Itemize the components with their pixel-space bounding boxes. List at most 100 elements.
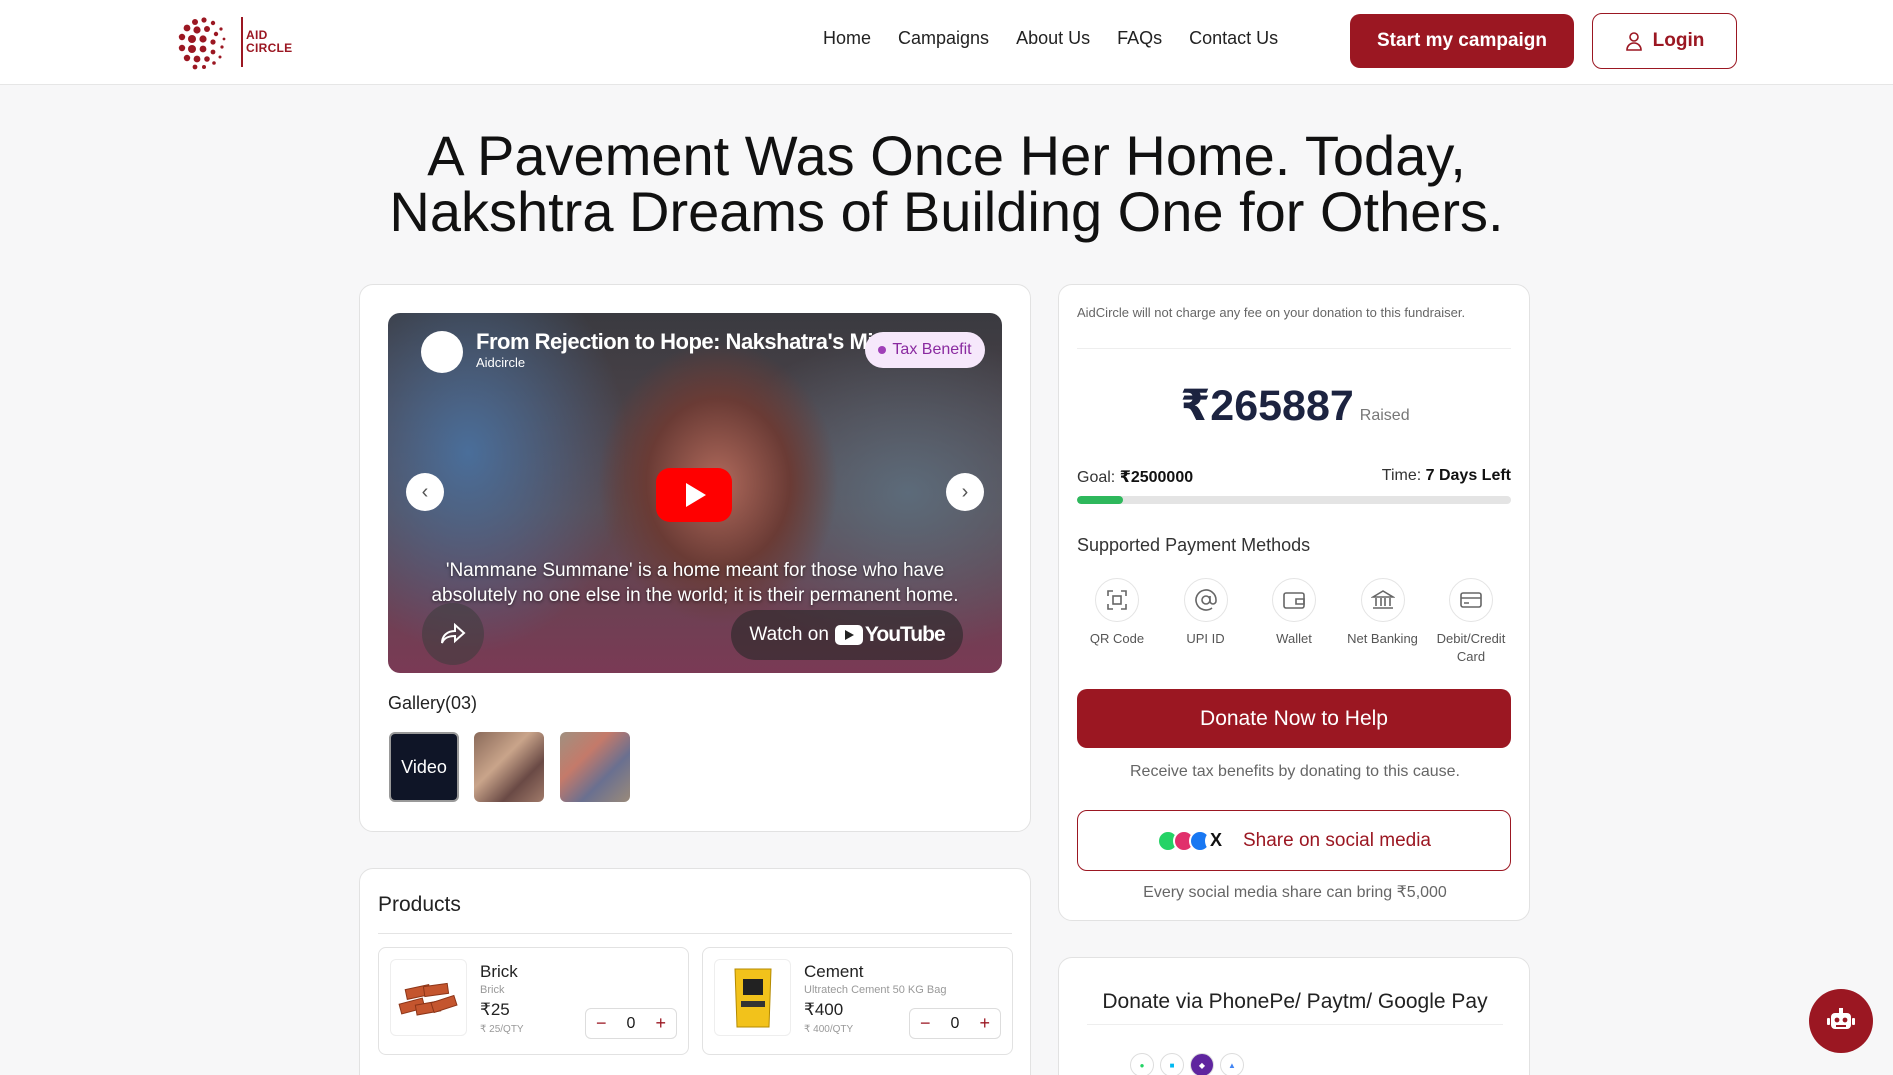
whatsapp-pay-icon: ● xyxy=(1130,1053,1154,1075)
logo-line1: AID xyxy=(246,27,268,42)
product-unit-price: ₹ 400/QTY xyxy=(804,1024,854,1035)
payment-method-qr[interactable]: QR Code xyxy=(1077,578,1157,666)
chatbot-button[interactable] xyxy=(1809,989,1873,1053)
decrement-button[interactable]: − xyxy=(920,1013,931,1034)
media-card: From Rejection to Hope: Nakshatra's Mi A… xyxy=(359,284,1031,832)
product-description: Ultratech Cement 50 KG Bag xyxy=(804,984,947,996)
raised-summary: ₹265887 Raised xyxy=(1059,381,1531,431)
nav-campaigns[interactable]: Campaigns xyxy=(898,28,989,49)
donation-divider xyxy=(1077,348,1511,349)
video-caption: 'Nammane Summane' is a home meant for th… xyxy=(431,560,959,606)
badge-dot-icon xyxy=(878,346,887,354)
quantity-stepper: − 0 + xyxy=(909,1008,1001,1039)
aidcircle-logo[interactable]: AID CIRCLE xyxy=(173,11,292,72)
payment-methods-title: Supported Payment Methods xyxy=(1077,535,1311,555)
thumb-video-label: Video xyxy=(401,756,447,777)
donate-now-button[interactable]: Donate Now to Help xyxy=(1077,689,1511,748)
paytm-icon: ■ xyxy=(1160,1053,1184,1075)
payment-method-label: Wallet xyxy=(1276,631,1312,646)
payment-methods-list: QR Code UPI ID Wallet Net Banking Debit/… xyxy=(1077,578,1511,666)
gpay-icon: ▲ xyxy=(1220,1053,1244,1075)
play-button[interactable] xyxy=(656,468,732,522)
at-sign-icon xyxy=(1183,578,1228,622)
cement-image xyxy=(714,959,791,1036)
product-name: Cement xyxy=(804,962,864,981)
tax-badge-label: Tax Benefit xyxy=(892,341,972,358)
share-button-label: Share on social media xyxy=(1243,829,1431,851)
channel-avatar[interactable] xyxy=(421,331,463,373)
logo-divider xyxy=(241,16,243,67)
raised-label: Raised xyxy=(1359,407,1410,424)
chevron-left-icon: ‹ xyxy=(421,480,429,503)
payment-method-netbanking[interactable]: Net Banking xyxy=(1343,578,1423,666)
goal-amount: ₹2500000 xyxy=(1119,469,1194,486)
gallery-thumb-video[interactable]: Video xyxy=(389,732,459,802)
start-campaign-button[interactable]: Start my campaign xyxy=(1350,14,1574,68)
card-icon xyxy=(1449,578,1493,622)
upi-donate-card: Donate via PhonePe/ Paytm/ Google Pay ● … xyxy=(1058,957,1530,1075)
next-arrow-button[interactable]: › xyxy=(946,473,984,511)
page-title: A Pavement Was Once Her Home. Today, Nak… xyxy=(0,128,1893,240)
payment-method-wallet[interactable]: Wallet xyxy=(1254,578,1334,666)
video-share-button[interactable] xyxy=(422,603,484,665)
goal-label: Goal: xyxy=(1077,469,1116,486)
products-title: Products xyxy=(378,893,461,916)
product-card-brick: Brick Brick ₹25 ₹ 25/QTY − 0 + xyxy=(378,947,689,1055)
share-arrow-icon xyxy=(441,623,466,644)
robot-icon xyxy=(1827,1008,1855,1029)
play-icon xyxy=(686,483,706,507)
donation-card: AidCircle will not charge any fee on you… xyxy=(1058,284,1530,921)
wallet-icon xyxy=(1272,578,1316,622)
nav-home[interactable]: Home xyxy=(823,28,871,49)
x-twitter-icon: X xyxy=(1205,829,1227,852)
quantity-value[interactable]: 0 xyxy=(951,1015,960,1033)
brick-icon xyxy=(398,982,458,1016)
bank-icon xyxy=(1360,578,1405,622)
video-player[interactable]: From Rejection to Hope: Nakshatra's Mi A… xyxy=(388,313,1002,673)
nav-faqs[interactable]: FAQs xyxy=(1117,28,1162,49)
prev-arrow-button[interactable]: ‹ xyxy=(406,473,444,511)
gallery-thumb-photo-1[interactable] xyxy=(474,732,544,802)
payment-method-label: UPI ID xyxy=(1186,631,1225,646)
product-price: ₹25 xyxy=(480,1000,510,1019)
upi-divider xyxy=(1087,1024,1503,1025)
fee-note: AidCircle will not charge any fee on you… xyxy=(1077,305,1466,320)
watch-on-youtube-button[interactable]: Watch on YouTube xyxy=(731,610,963,660)
product-name: Brick xyxy=(480,962,518,981)
increment-button[interactable]: + xyxy=(979,1013,990,1034)
social-icons-group: X xyxy=(1157,829,1227,852)
qr-scan-icon xyxy=(1095,578,1139,622)
user-icon xyxy=(1625,32,1642,51)
funding-progress-bar xyxy=(1077,496,1511,504)
increment-button[interactable]: + xyxy=(655,1013,666,1034)
nav-about-us[interactable]: About Us xyxy=(1016,28,1090,49)
time-left-text: Time: 7 Days Left xyxy=(1382,467,1511,485)
tax-benefit-note: Receive tax benefits by donating to this… xyxy=(1130,763,1460,780)
product-card-cement: Cement Ultratech Cement 50 KG Bag ₹400 ₹… xyxy=(702,947,1013,1055)
youtube-wordmark: YouTube xyxy=(864,623,946,646)
video-title[interactable]: From Rejection to Hope: Nakshatra's Mi xyxy=(476,329,873,355)
product-description: Brick xyxy=(480,984,505,996)
chevron-right-icon: › xyxy=(961,480,969,503)
youtube-play-icon xyxy=(834,625,863,645)
nav-contact-us[interactable]: Contact Us xyxy=(1189,28,1278,49)
phonepe-icon: ◆ xyxy=(1190,1053,1214,1075)
payment-method-card[interactable]: Debit/Credit Card xyxy=(1431,578,1511,666)
time-label: Time: xyxy=(1381,467,1422,484)
products-divider xyxy=(378,933,1012,934)
upi-app-icons: ● ■ ◆ ▲ xyxy=(1130,1053,1244,1075)
decrement-button[interactable]: − xyxy=(596,1013,607,1034)
page-title-line2: Nakshtra Dreams of Building One for Othe… xyxy=(389,180,1504,243)
logo-dots-icon xyxy=(175,13,231,70)
cement-bag-icon xyxy=(733,968,772,1027)
video-channel: Aidcircle xyxy=(476,355,526,370)
share-social-button[interactable]: X Share on social media xyxy=(1077,810,1511,871)
youtube-logo: YouTube xyxy=(834,623,946,647)
quantity-value[interactable]: 0 xyxy=(627,1015,636,1033)
payment-method-upi[interactable]: UPI ID xyxy=(1166,578,1246,666)
login-button[interactable]: Login xyxy=(1592,13,1737,69)
time-left-value: 7 Days Left xyxy=(1425,467,1511,484)
payment-method-label: QR Code xyxy=(1089,631,1145,646)
share-value-note: Every social media share can bring ₹5,00… xyxy=(1143,884,1447,901)
gallery-thumb-photo-2[interactable] xyxy=(560,732,630,802)
